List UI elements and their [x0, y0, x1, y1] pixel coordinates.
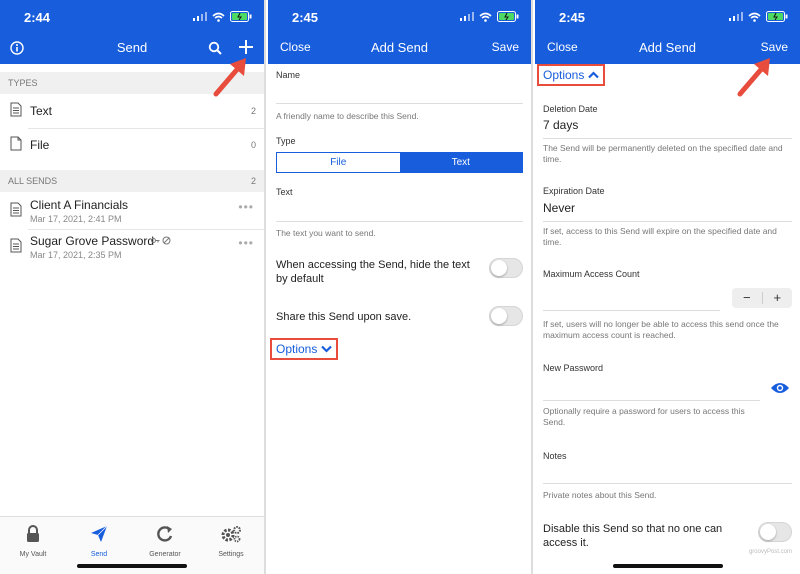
- status-icons: [729, 11, 788, 22]
- tab-generator[interactable]: Generator: [132, 525, 198, 558]
- send-name: Client A Financials: [30, 198, 129, 212]
- battery-icon: [230, 11, 252, 22]
- increment-button[interactable]: +: [763, 288, 793, 308]
- wifi-icon: [479, 12, 492, 22]
- all-sends-count: 2: [250, 176, 256, 186]
- tab-bar: My Vault Send Generator Settings: [0, 516, 264, 574]
- disable-send-toggle[interactable]: [758, 522, 792, 542]
- expiration-date-hint: If set, access to this Send will expire …: [543, 226, 777, 247]
- field-underline: [543, 138, 792, 139]
- text-hint: The text you want to send.: [276, 228, 376, 238]
- chevron-up-icon: [588, 71, 600, 79]
- deletion-date-value[interactable]: 7 days: [543, 118, 578, 132]
- new-password-input[interactable]: [543, 400, 760, 401]
- tab-my-vault[interactable]: My Vault: [0, 525, 66, 558]
- tab-send[interactable]: Send: [66, 525, 132, 558]
- max-access-count-stepper: − +: [732, 288, 792, 308]
- battery-icon: [497, 11, 519, 22]
- notes-input[interactable]: [543, 483, 792, 484]
- type-item-file[interactable]: File 0: [0, 128, 264, 162]
- eye-icon[interactable]: [770, 381, 790, 395]
- more-options-icon[interactable]: •••: [238, 200, 254, 214]
- header-bar: 2:45 Close Add Send Save: [268, 0, 531, 64]
- send-date: Mar 17, 2021, 2:35 PM: [30, 250, 122, 260]
- max-access-count-label: Maximum Access Count: [543, 269, 640, 279]
- signal-icon: [729, 12, 743, 21]
- more-options-icon[interactable]: •••: [238, 236, 254, 250]
- send-list-screen: 2:44 Send TYPES Text 2 File 0 ALL SENDS …: [0, 0, 266, 574]
- notes-label: Notes: [543, 451, 567, 461]
- file-icon: [10, 136, 22, 151]
- new-password-hint: Optionally require a password for users …: [543, 406, 745, 427]
- hide-text-toggle-label: When accessing the Send, hide the text b…: [276, 259, 470, 285]
- max-access-count-hint: If set, users will no longer be able to …: [543, 319, 779, 340]
- new-password-label: New Password: [543, 363, 604, 373]
- status-bar: 2:44: [0, 8, 264, 28]
- add-send-options-screen: 2:45 Close Add Send Save Options Deletio…: [535, 0, 800, 574]
- text-input[interactable]: [276, 221, 523, 222]
- status-time: 2:45: [559, 10, 586, 25]
- key-icon: [151, 238, 160, 243]
- home-indicator: [77, 564, 187, 568]
- max-access-count-input[interactable]: [543, 310, 720, 311]
- watermark: groovyPost.com: [748, 549, 792, 555]
- home-indicator: [612, 564, 723, 568]
- gears-icon: [221, 526, 241, 543]
- options-button[interactable]: Options: [537, 64, 606, 86]
- save-button[interactable]: Save: [492, 40, 519, 54]
- type-count: 2: [250, 106, 256, 116]
- type-segmented-control: File Text: [276, 152, 523, 173]
- text-document-icon: [10, 202, 22, 217]
- name-input[interactable]: [276, 103, 523, 104]
- text-document-icon: [10, 102, 22, 117]
- wifi-icon: [212, 12, 225, 22]
- battery-icon: [766, 11, 788, 22]
- hide-text-toggle[interactable]: [489, 258, 523, 278]
- text-label: Text: [276, 187, 293, 197]
- status-bar: 2:45: [535, 8, 800, 28]
- section-all-sends: ALL SENDS 2: [0, 170, 264, 192]
- status-time: 2:45: [292, 10, 319, 25]
- disabled-icon: [162, 236, 171, 245]
- disable-send-toggle-label: Disable this Send so that no one can acc…: [543, 523, 723, 549]
- pointer-arrow-icon: [213, 58, 246, 97]
- status-time: 2:44: [24, 10, 51, 25]
- notes-hint: Private notes about this Send.: [543, 490, 657, 500]
- paper-plane-icon: [91, 525, 108, 542]
- expiration-date-label: Expiration Date: [543, 186, 605, 196]
- type-label: File: [30, 138, 50, 152]
- status-bar: 2:45: [268, 8, 531, 28]
- type-label: Text: [30, 104, 53, 118]
- name-label: Name: [276, 70, 301, 80]
- signal-icon: [193, 12, 207, 21]
- decrement-button[interactable]: −: [732, 288, 762, 308]
- lock-icon: [27, 525, 39, 542]
- send-item[interactable]: Sugar Grove Password Mar 17, 2021, 2:35 …: [0, 230, 264, 268]
- add-send-screen: 2:45 Close Add Send Save Name A friendly…: [268, 0, 533, 574]
- type-text-segment[interactable]: Text: [399, 153, 522, 172]
- type-label: Type: [276, 136, 296, 146]
- options-button[interactable]: Options: [270, 338, 339, 360]
- tab-settings[interactable]: Settings: [198, 525, 264, 558]
- share-toggle-label: Share this Send upon save.: [276, 311, 412, 323]
- type-count: 0: [250, 140, 256, 150]
- status-icons: [193, 11, 252, 22]
- refresh-icon: [157, 526, 173, 542]
- share-toggle[interactable]: [489, 306, 523, 326]
- send-name: Sugar Grove Password: [30, 234, 155, 248]
- signal-icon: [460, 12, 474, 21]
- send-date: Mar 17, 2021, 2:41 PM: [30, 214, 122, 224]
- status-icons: [460, 11, 519, 22]
- text-document-icon: [10, 238, 22, 253]
- wifi-icon: [748, 12, 761, 22]
- pointer-arrow-icon: [737, 58, 770, 97]
- field-underline: [543, 221, 792, 222]
- deletion-date-label: Deletion Date: [543, 104, 598, 114]
- send-item[interactable]: Client A Financials Mar 17, 2021, 2:41 P…: [0, 194, 264, 232]
- name-hint: A friendly name to describe this Send.: [276, 111, 419, 121]
- chevron-down-icon: [321, 345, 333, 353]
- type-file-segment[interactable]: File: [277, 153, 400, 172]
- expiration-date-value[interactable]: Never: [543, 201, 575, 215]
- deletion-date-hint: The Send will be permanently deleted on …: [543, 143, 783, 164]
